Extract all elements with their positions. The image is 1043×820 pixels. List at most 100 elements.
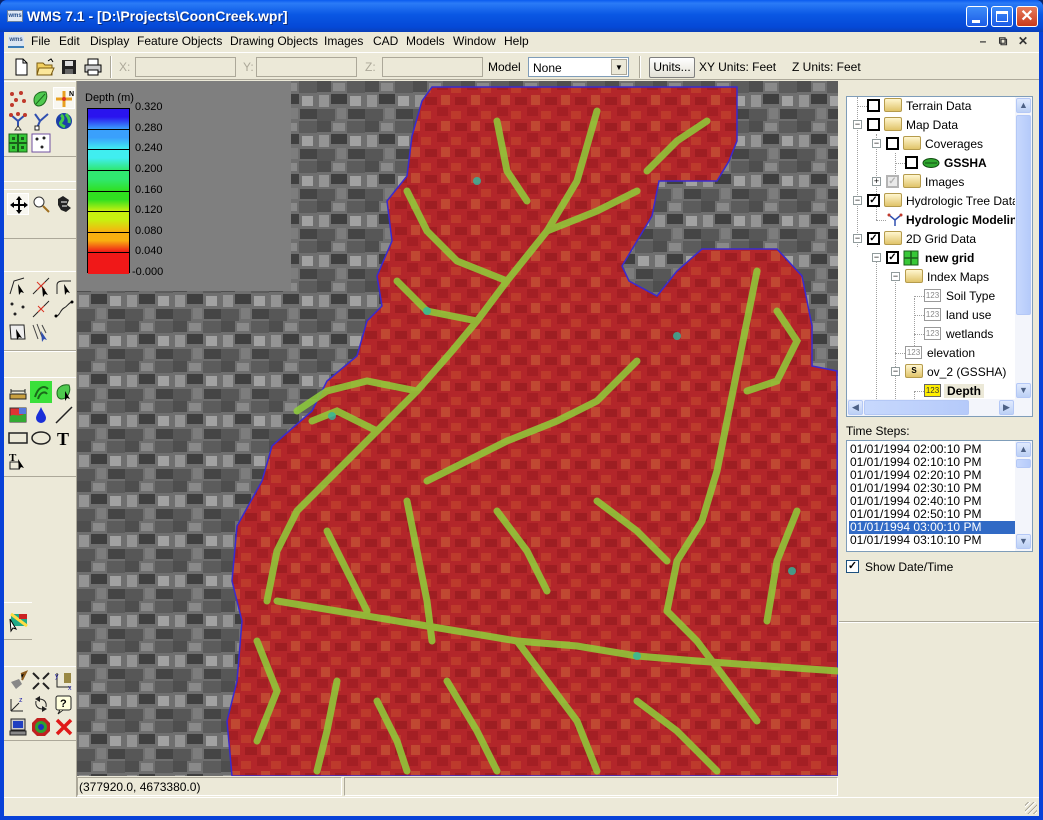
line-tool[interactable] (53, 404, 75, 426)
close-button[interactable]: ✕ (1016, 6, 1038, 27)
images-checkbox[interactable]: ✓ (886, 175, 899, 188)
menu-images[interactable]: Images (324, 34, 363, 48)
scroll-up-icon[interactable]: ▲ (1016, 442, 1031, 457)
mdi-restore-button[interactable]: ⧉ (993, 34, 1013, 49)
create-point-tool[interactable] (7, 298, 29, 320)
select-stream-tool[interactable] (30, 321, 52, 343)
gssha-checkbox[interactable] (905, 156, 918, 169)
scroll-down-icon[interactable]: ▼ (1016, 534, 1031, 549)
tree-item-elevation[interactable]: 123 elevation (847, 344, 1017, 362)
water-drop-tool[interactable] (30, 404, 52, 426)
print-button[interactable] (82, 56, 104, 78)
scroll-down-icon[interactable]: ▼ (1016, 383, 1031, 398)
tree-horizontal-scrollbar[interactable]: ◀ ▶ (847, 399, 1032, 416)
tree-item-gssha-coverage[interactable]: GSSHA (847, 154, 1017, 172)
tree-item-hydrologic-modeling[interactable]: Hydrologic Modeling (847, 211, 1027, 229)
expand-icon[interactable]: + (872, 177, 881, 186)
new-file-button[interactable] (10, 56, 32, 78)
terrain-module-button[interactable] (7, 88, 29, 110)
collapse-icon[interactable]: − (891, 367, 900, 376)
tree-item-hydrologic-tree-data[interactable]: − ✓ Hydrologic Tree Data (847, 192, 1019, 210)
delete-vertex-tool[interactable] (30, 275, 52, 297)
collapse-icon[interactable]: − (872, 253, 881, 262)
grid-data-checkbox[interactable]: ✓ (867, 232, 880, 245)
time-steps-scrollbar[interactable]: ▲ ▼ (1015, 441, 1032, 551)
rectangle-tool[interactable] (7, 427, 29, 449)
tree-item-depth[interactable]: 123 Depth (847, 382, 1017, 400)
select-polygon-tool[interactable] (7, 321, 29, 343)
depth-legend[interactable]: Depth (m) 0.320 0.280 0.240 0.200 0.160 0.120… (77, 81, 291, 291)
tree-vertical-scrollbar[interactable]: ▲ ▼ (1015, 97, 1032, 400)
rotate-axes-tool[interactable]: z (7, 693, 29, 715)
open-file-button[interactable] (34, 56, 56, 78)
units-button[interactable]: Units... (649, 57, 695, 78)
gis-module-button[interactable] (53, 110, 75, 132)
display-options-tool[interactable] (7, 716, 29, 738)
delete-tool[interactable] (53, 716, 75, 738)
x-coordinate-field[interactable] (135, 57, 236, 77)
tree-item-new-grid[interactable]: − ✓ new grid (847, 249, 1017, 267)
create-arc-tool[interactable] (53, 298, 75, 320)
time-steps-list[interactable]: 01/01/1994 02:00:10 PM 01/01/1994 02:10:… (846, 440, 1033, 552)
select-arc-tool[interactable] (53, 275, 75, 297)
resize-grip-icon[interactable] (1025, 802, 1037, 814)
tree-item-terrain-data[interactable]: Terrain Data (847, 97, 1017, 115)
axes-tool[interactable]: yx (53, 670, 75, 692)
save-file-button[interactable] (58, 56, 80, 78)
scroll-up-icon[interactable]: ▲ (1016, 98, 1031, 113)
tree-item-soil-type[interactable]: 123 Soil Type (847, 287, 1017, 305)
tree-item-map-data[interactable]: − Map Data (847, 116, 1017, 134)
frame-tool[interactable] (30, 670, 52, 692)
collapse-icon[interactable]: − (853, 196, 862, 205)
menu-edit[interactable]: Edit (59, 34, 80, 48)
select-cells-tool[interactable] (53, 381, 75, 403)
tree-item-land-use[interactable]: 123 land use (847, 306, 1017, 324)
tree-item-ov2-gssha[interactable]: − S ov_2 (GSSHA) (847, 363, 1017, 381)
contour-tool[interactable] (30, 381, 52, 403)
document-icon[interactable]: wms (8, 35, 24, 48)
scroll-thumb[interactable] (1016, 115, 1031, 315)
show-date-time-checkbox[interactable]: ✓ (846, 560, 859, 573)
tree-item-wetlands[interactable]: 123 wetlands (847, 325, 1017, 343)
text-tool[interactable]: T (53, 427, 75, 449)
text-select-tool[interactable]: T (7, 450, 29, 472)
select-vertex-tool[interactable] (7, 275, 29, 297)
terrain-data-checkbox[interactable] (867, 99, 880, 112)
river-module-button[interactable] (30, 110, 52, 132)
model-select[interactable]: None ▼ (528, 57, 629, 77)
collapse-icon[interactable]: − (891, 272, 900, 281)
collapse-icon[interactable]: − (853, 234, 862, 243)
map-data-checkbox[interactable] (867, 118, 880, 131)
hydrologic-tree-checkbox[interactable]: ✓ (867, 194, 880, 207)
scroll-thumb[interactable] (1016, 459, 1031, 468)
mdi-close-button[interactable]: ✕ (1013, 34, 1033, 48)
pan-tool[interactable] (7, 193, 29, 215)
wms-app-icon[interactable]: wms (7, 10, 23, 22)
dropdown-arrow-icon[interactable]: ▼ (611, 59, 627, 75)
north-arrow-module-button[interactable]: N (53, 87, 75, 109)
title-bar[interactable]: wms WMS 7.1 - [D:\Projects\CoonCreek.wpr… (0, 0, 1043, 32)
tree-item-images[interactable]: + ✓ Images (847, 173, 1017, 191)
minimize-button[interactable] (966, 6, 988, 27)
menu-feature-objects[interactable]: Feature Objects (137, 34, 222, 48)
mdi-minimize-button[interactable]: – (973, 34, 993, 48)
map-module-button[interactable] (30, 88, 52, 110)
image-select-tool[interactable] (7, 611, 29, 633)
scroll-left-icon[interactable]: ◀ (848, 400, 863, 415)
menu-help[interactable]: Help (504, 34, 529, 48)
collapse-icon[interactable]: − (872, 139, 881, 148)
graphics-window[interactable]: Depth (m) 0.320 0.280 0.240 0.200 0.160 0.120… (77, 81, 838, 776)
measure-tool[interactable] (7, 381, 29, 403)
y-coordinate-field[interactable] (256, 57, 357, 77)
scroll-thumb[interactable] (864, 400, 969, 415)
refresh-tool[interactable] (30, 693, 52, 715)
zoom-tool[interactable] (30, 193, 52, 215)
scatter-module-button[interactable] (30, 132, 52, 154)
z-coordinate-field[interactable] (382, 57, 483, 77)
time-step-item[interactable]: 01/01/1994 03:10:10 PM (849, 534, 1015, 547)
menu-display[interactable]: Display (90, 34, 129, 48)
tree-item-coverages[interactable]: − Coverages (847, 135, 1017, 153)
ellipse-tool[interactable] (30, 427, 52, 449)
new-grid-checkbox[interactable]: ✓ (886, 251, 899, 264)
index-map-tool[interactable] (7, 404, 29, 426)
